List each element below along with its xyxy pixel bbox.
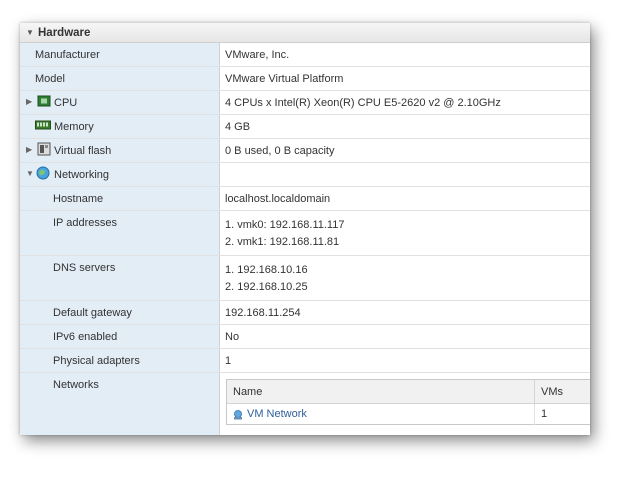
value-dns-server-1: 1. 192.168.10.16 [225,264,308,276]
value-manufacturer: VMware, Inc. [225,49,290,61]
column-header-vms[interactable]: VMs [541,386,563,398]
value-dns-server-2: 2. 192.168.10.25 [225,281,308,293]
label-ipv6-enabled: IPv6 enabled [53,331,118,343]
collapse-triangle-icon[interactable]: ▼ [26,169,34,178]
row-virtual-flash: ▶ Virtual flash 0 B used, 0 B capacity [20,139,590,163]
row-manufacturer: Manufacturer VMware, Inc. [20,43,590,67]
value-memory: 4 GB [225,121,251,133]
port-group-icon [234,410,242,420]
value-cpu: 4 CPUs x Intel(R) Xeon(R) CPU E5-2620 v2… [225,97,501,109]
row-hostname: Hostname localhost.localdomain [20,187,590,211]
label-networks: Networks [53,379,99,391]
value-model: VMware Virtual Platform [225,73,344,85]
value-ip-address-1: 1. vmk0: 192.168.11.117 [225,219,345,231]
value-physical-adapters: 1 [225,355,232,367]
label-manufacturer: Manufacturer [35,49,100,61]
row-dns-servers: DNS servers 1. 192.168.10.16 2. 192.168.… [20,256,590,301]
section-title: Hardware [38,27,91,39]
value-hostname: localhost.localdomain [225,193,331,205]
row-networking: ▼ Networking [20,163,590,187]
label-networking: Networking [54,169,110,181]
networks-table-header: Name VMs [227,380,590,404]
label-virtual-flash: Virtual flash [54,145,112,157]
row-ip-addresses: IP addresses 1. vmk0: 192.168.11.117 2. … [20,211,590,256]
value-ipv6-enabled: No [225,331,240,343]
value-virtual-flash: 0 B used, 0 B capacity [225,145,335,157]
label-physical-adapters: Physical adapters [53,355,140,367]
label-dns-servers: DNS servers [53,262,116,274]
memory-icon [35,120,51,130]
collapse-triangle-icon[interactable]: ▼ [26,23,34,43]
hardware-section-header[interactable]: ▼ Hardware [20,23,590,43]
table-row[interactable]: VM Network 1 [227,404,590,425]
expand-triangle-icon[interactable]: ▶ [26,145,32,154]
column-divider [534,404,535,425]
label-model: Model [35,73,65,85]
network-link-vm-network[interactable]: VM Network [247,408,307,420]
row-networks: Networks Name VMs VM Network 1 [20,373,590,435]
row-cpu: ▶ CPU 4 CPUs x Intel(R) Xeon(R) CPU E5-2… [20,91,590,115]
label-hostname: Hostname [53,193,104,205]
row-default-gateway: Default gateway 192.168.11.254 [20,301,590,325]
flash-icon [37,142,51,156]
value-ip-address-2: 2. vmk1: 192.168.11.81 [225,236,340,248]
networks-table: Name VMs VM Network 1 [226,379,590,425]
row-memory: Memory 4 GB [20,115,590,139]
row-model: Model VMware Virtual Platform [20,67,590,91]
label-memory: Memory [54,121,94,133]
expand-triangle-icon[interactable]: ▶ [26,97,32,106]
column-divider[interactable] [534,380,535,403]
cpu-icon [37,95,51,107]
column-header-name[interactable]: Name [233,386,262,398]
row-ipv6-enabled: IPv6 enabled No [20,325,590,349]
value-default-gateway: 192.168.11.254 [225,307,301,319]
label-cpu: CPU [54,97,78,109]
row-physical-adapters: Physical adapters 1 [20,349,590,373]
label-ip-addresses: IP addresses [53,217,118,229]
network-globe-icon [36,166,50,180]
network-vm-count: 1 [541,408,548,420]
hardware-panel: ▼ Hardware Manufacturer VMware, Inc. Mod… [20,23,590,435]
label-default-gateway: Default gateway [53,307,132,319]
